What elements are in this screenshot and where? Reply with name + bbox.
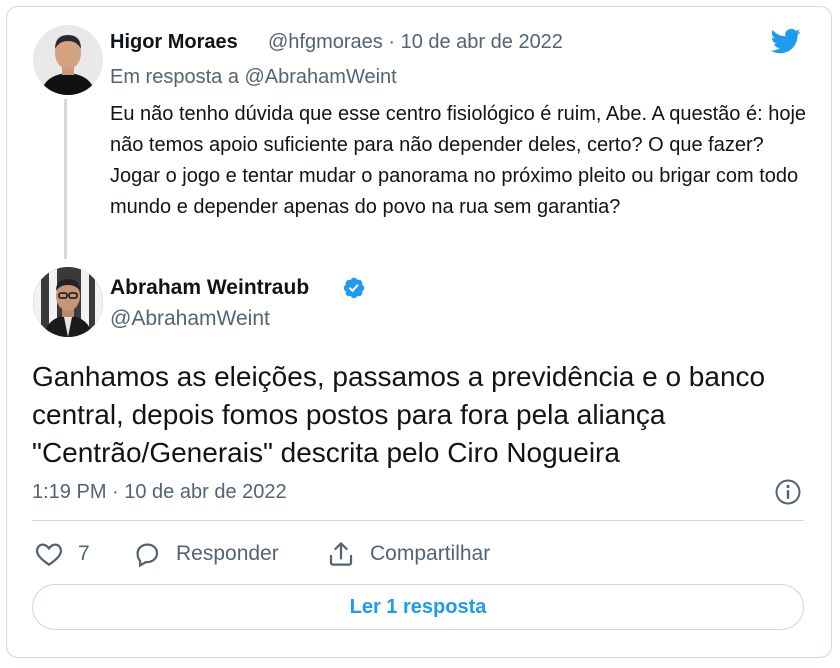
like-count: 7	[78, 542, 90, 565]
verified-badge-icon	[342, 276, 366, 300]
speech-bubble-icon	[136, 543, 159, 568]
main-tweet-text: Ganhamos as eleições, passamos a previdê…	[32, 361, 766, 468]
reply-button[interactable]: Responder	[132, 537, 279, 571]
main-author-name[interactable]: Abraham Weintraub	[110, 276, 309, 300]
share-icon	[329, 542, 353, 566]
like-button[interactable]: 7	[34, 537, 90, 571]
main-author-handle[interactable]: @AbrahamWeint	[110, 307, 270, 331]
reply-author-name[interactable]: Higor Moraes	[110, 31, 238, 54]
in-reply-to-label[interactable]: Em resposta a @AbrahamWeint	[110, 66, 397, 89]
tweet-timestamp[interactable]: 1:19 PM · 10 de abr de 2022	[32, 481, 287, 504]
twitter-bird-icon[interactable]	[768, 26, 804, 56]
share-button[interactable]: Compartilhar	[326, 537, 490, 571]
reply-label: Responder	[176, 542, 279, 565]
heart-icon	[35, 543, 63, 566]
thread-connector-line	[64, 99, 67, 259]
reply-handle-and-date[interactable]: @hfgmoraes · 10 de abr de 2022	[268, 31, 563, 54]
avatar-abraham[interactable]	[33, 267, 103, 337]
read-replies-button[interactable]: Ler 1 resposta	[32, 584, 804, 630]
info-icon[interactable]	[774, 478, 802, 506]
divider	[32, 520, 804, 521]
share-label: Compartilhar	[370, 542, 491, 565]
reply-tweet-text: Eu não tenho dúvida que esse centro fisi…	[110, 103, 807, 218]
avatar-higor[interactable]	[33, 25, 103, 95]
